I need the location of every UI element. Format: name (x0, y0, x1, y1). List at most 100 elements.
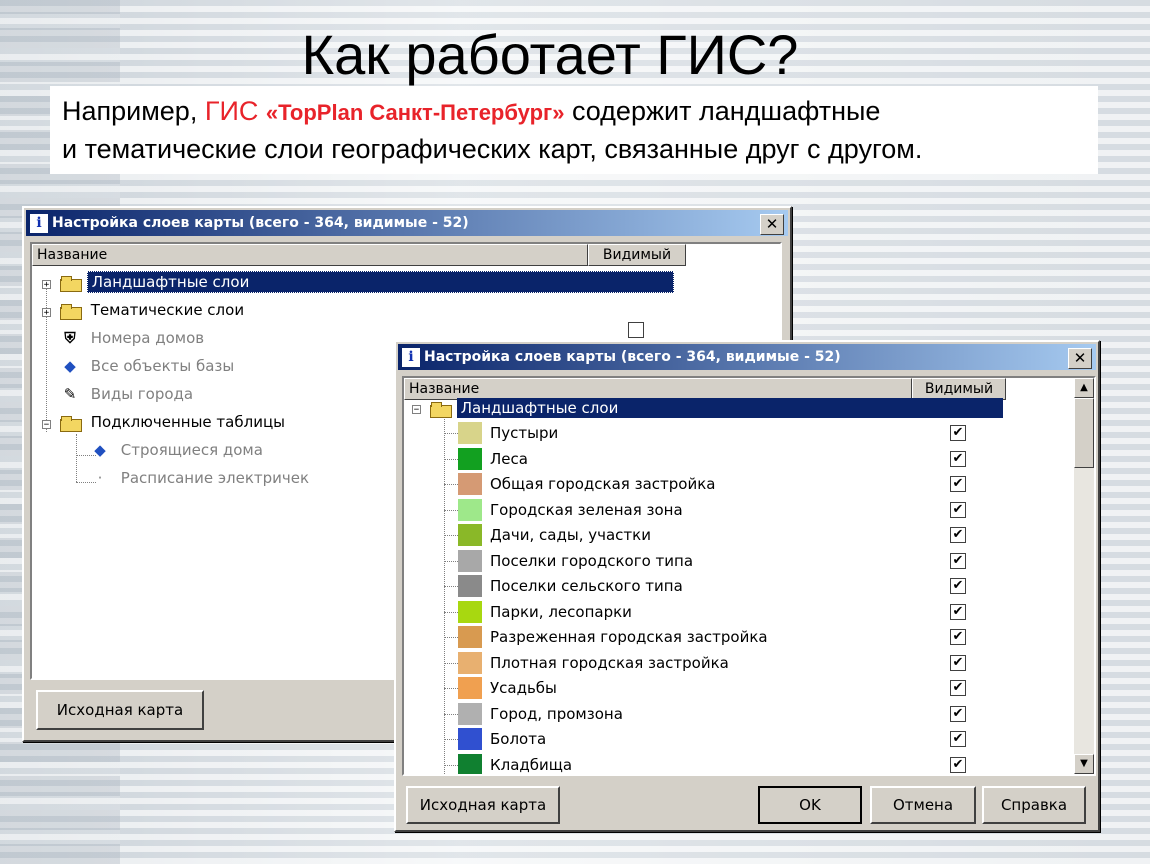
intro-line-2: и тематические слои географических карт,… (62, 134, 923, 164)
visible-checkbox[interactable]: ✔ (950, 425, 966, 441)
layer-label: Поселки сельского типа (490, 577, 683, 595)
tree-item-construction[interactable]: ◆ Строящиеся дома (90, 438, 263, 462)
scroll-up-arrow[interactable]: ▲ (1074, 378, 1094, 398)
tree-item-label: Тематические слои (90, 301, 245, 319)
tree-line (444, 535, 458, 536)
tree-line (444, 433, 458, 434)
expand-toggle[interactable]: + (42, 280, 51, 290)
layer-row[interactable]: Кладбища (490, 753, 572, 775)
layer-row[interactable]: Поселки сельского типа (490, 574, 683, 598)
column-header-visible[interactable]: Видимый (588, 244, 686, 266)
layer-row[interactable]: Городская зеленая зона (490, 498, 683, 522)
tree-item-label: Расписание электричек (120, 469, 310, 487)
layer-color-swatch (458, 498, 482, 521)
tree-item-landscape[interactable]: Ландшафтные слои (60, 270, 674, 294)
tree-item-thematic[interactable]: Тематические слои (60, 298, 244, 322)
intro-line-1: Например, ГИС «TopPlan Санкт-Петербург» … (62, 96, 880, 127)
source-map-button[interactable]: Исходная карта (36, 690, 204, 730)
layer-row[interactable]: Парки, лесопарки (490, 600, 632, 624)
tree-line (444, 509, 458, 511)
tree-item-tables[interactable]: Подключенные таблицы (60, 410, 285, 434)
diamond-icon: ◆ (64, 357, 76, 375)
layer-row[interactable]: Дачи, сады, участки (490, 523, 651, 547)
visible-checkbox[interactable]: ✔ (950, 629, 966, 645)
scroll-thumb[interactable] (1074, 398, 1094, 468)
layer-row[interactable]: Общая городская застройка (490, 472, 715, 496)
visible-checkbox[interactable]: ✔ (950, 731, 966, 747)
tree-root-landscape[interactable]: Ландшафтные слои (430, 398, 1003, 420)
dialog-title: Настройка слоев карты (всего - 364, види… (424, 349, 841, 365)
close-icon[interactable]: ✕ (1068, 348, 1092, 369)
tree-line (444, 662, 458, 664)
dot-icon: · (97, 469, 103, 487)
column-header-visible[interactable]: Видимый (912, 378, 1006, 400)
info-icon: i (30, 214, 48, 233)
visible-checkbox[interactable]: ✔ (950, 756, 966, 773)
layer-label: Усадьбы (490, 679, 557, 697)
tree-line (444, 484, 458, 485)
tree-line (444, 764, 458, 766)
visible-checkbox[interactable]: ✔ (950, 450, 966, 467)
layer-row[interactable]: Разреженная городская застройка (490, 625, 768, 649)
expand-toggle[interactable]: + (42, 308, 51, 318)
diamond-icon: ◆ (94, 441, 106, 459)
visible-checkbox[interactable]: ✔ (950, 680, 966, 696)
layer-label: Городская зеленая зона (490, 500, 683, 519)
collapse-toggle[interactable]: − (412, 405, 421, 415)
layer-label: Поселки городского типа (490, 551, 694, 570)
layer-row[interactable]: Болота (490, 727, 546, 751)
visible-checkbox[interactable]: ✔ (950, 654, 966, 671)
layer-row[interactable]: Город, промзона (490, 702, 623, 726)
tree-line (46, 282, 47, 432)
visible-checkbox[interactable]: ✔ (950, 527, 966, 543)
visible-checkbox[interactable]: ✔ (950, 501, 966, 518)
layer-color-swatch (458, 447, 482, 470)
tree-item-house-numbers[interactable]: ⛨ Номера домов (60, 326, 204, 350)
tree-line (444, 713, 458, 715)
layer-row[interactable]: Плотная городская застройка (490, 651, 729, 675)
layers-dialog-front: i Настройка слоев карты (всего - 364, ви… (394, 340, 1100, 832)
folder-icon (60, 275, 82, 292)
column-header-name[interactable]: Название (404, 378, 912, 400)
tree-line (444, 414, 445, 774)
layer-row[interactable]: Пустыри (490, 421, 558, 445)
cancel-button[interactable]: Отмена (870, 786, 976, 824)
tree-item-city-views[interactable]: ✎ Виды города (60, 382, 193, 406)
tree-line (444, 611, 458, 613)
layer-row[interactable]: Поселки городского типа (490, 549, 693, 573)
tree-item-all-objects[interactable]: ◆ Все объекты базы (60, 354, 234, 378)
tree-item-label: Виды города (90, 385, 194, 403)
close-icon[interactable]: ✕ (760, 214, 784, 235)
column-header-name[interactable]: Название (32, 244, 588, 266)
dialog-titlebar[interactable]: i Настройка слоев карты (всего - 364, ви… (398, 344, 1096, 370)
source-map-button[interactable]: Исходная карта (406, 786, 560, 824)
tree-item-train-schedule[interactable]: · Расписание электричек (90, 466, 309, 490)
intro-gis: ГИС (204, 96, 266, 126)
tree-line (444, 688, 458, 689)
visible-checkbox[interactable] (628, 322, 644, 338)
layer-label: Леса (490, 449, 528, 468)
layer-color-swatch (458, 422, 482, 444)
dialog-titlebar[interactable]: i Настройка слоев карты (всего - 364, ви… (26, 210, 788, 236)
layer-row[interactable]: Леса (490, 447, 528, 471)
info-icon: i (402, 348, 420, 367)
help-button[interactable]: Справка (982, 786, 1086, 824)
layer-row[interactable]: Усадьбы (490, 676, 557, 700)
visible-checkbox[interactable]: ✔ (950, 578, 966, 594)
visible-checkbox[interactable]: ✔ (950, 552, 966, 569)
layer-color-swatch (458, 524, 482, 546)
visible-checkbox[interactable]: ✔ (950, 603, 966, 620)
scrollbar[interactable]: ▲ ▼ (1074, 378, 1094, 774)
scroll-down-arrow[interactable]: ▼ (1074, 754, 1094, 774)
layer-label: Парки, лесопарки (490, 602, 632, 621)
layer-label: Пустыри (490, 424, 559, 442)
tree-item-label: Все объекты базы (90, 357, 235, 375)
collapse-toggle[interactable]: − (42, 420, 51, 430)
visible-checkbox[interactable]: ✔ (950, 705, 966, 722)
layer-label: Город, промзона (490, 704, 623, 723)
ok-button[interactable]: OK (758, 786, 862, 824)
intro-text-post: содержит ландшафтные (564, 96, 881, 126)
visible-checkbox[interactable]: ✔ (950, 476, 966, 492)
tree-line (444, 560, 458, 562)
tree-line (444, 739, 458, 740)
